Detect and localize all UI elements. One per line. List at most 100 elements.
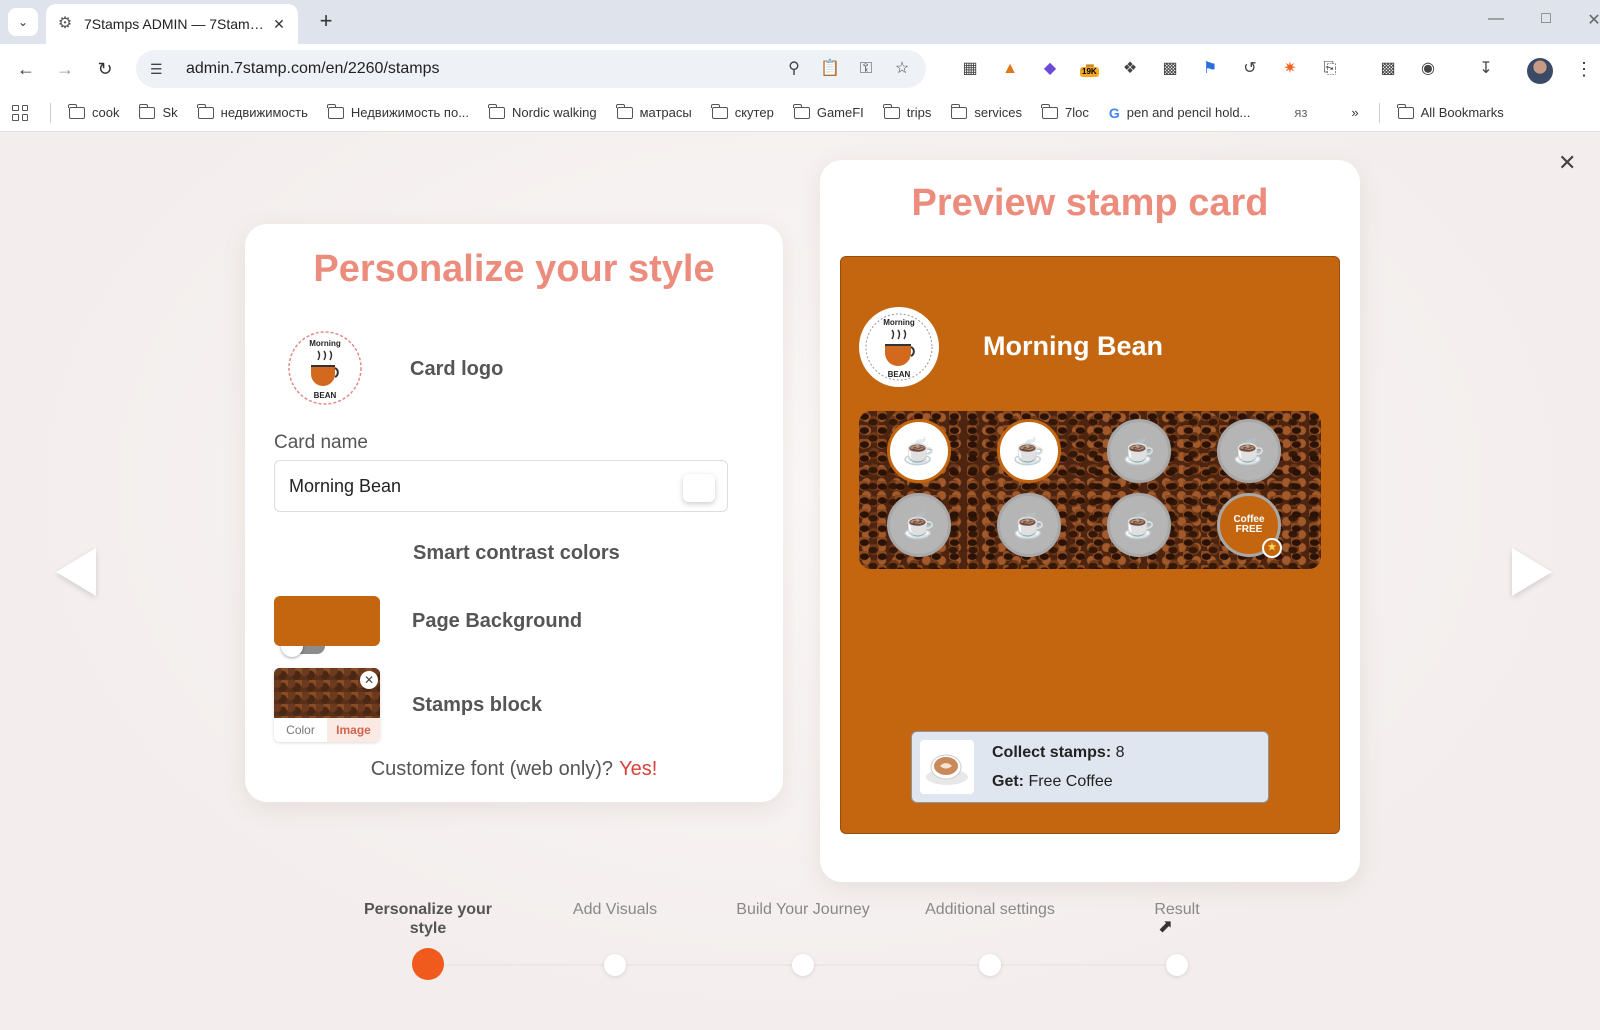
extensions-icon[interactable]: ⎘ [1318,57,1342,81]
personalize-style-panel: Personalize your style Morning BEAN Card… [245,224,783,802]
card-logo-image[interactable]: Morning BEAN [287,330,363,406]
step-dot-result[interactable] [1166,954,1188,976]
forward-button[interactable]: → [52,56,78,82]
card-name-input[interactable]: Morning Bean [274,460,728,512]
coffee-cup-icon: ☕ [902,509,936,540]
remove-image-icon[interactable]: ✕ [360,671,378,689]
page-background-swatch[interactable] [274,596,380,646]
step-dot-personalize[interactable] [412,948,444,980]
svg-text:BEAN: BEAN [314,391,337,400]
browser-tab[interactable]: ⚙ 7Stamps ADMIN — 7Stamp Sh ✕ [46,4,298,44]
address-bar[interactable]: ☰ admin.7stamp.com/en/2260/stamps ⚲ 📋 ⚿ … [136,50,926,88]
step-label-additional-settings[interactable]: Additional settings [920,900,1060,919]
bookmark-label: trips [906,105,932,120]
bookmark-label: 7loc [1065,105,1089,120]
preview-card-name: Morning Bean [983,331,1163,361]
folder-icon [488,103,506,119]
collect-stamps-line: Collect stamps: 8 [992,744,1125,762]
tab-title: 7Stamps ADMIN — 7Stamp Sh [84,16,270,32]
customize-font-text: Customize font (web only)? [370,758,614,780]
step-label-add-visuals[interactable]: Add Visuals [545,900,685,919]
download-icon[interactable]: ↧ [1474,57,1498,81]
step-dot-add-visuals[interactable] [604,954,626,976]
bookmark-folder[interactable]: trips [883,103,932,120]
get-value: Free Coffee [1028,773,1113,790]
bookmark-folder[interactable]: cook [68,103,119,120]
folder-icon [138,103,156,119]
previous-arrow-button[interactable] [56,548,96,596]
maximize-button[interactable]: □ [1534,10,1558,28]
puzzle-extension-icon[interactable]: ❖ [1118,57,1142,81]
qr-extension-icon[interactable]: ▦ [958,57,982,81]
step-label-build-journey[interactable]: Build Your Journey [733,900,873,919]
bookmark-label: GameFI [816,105,864,120]
bookmark-folder[interactable]: недвижимость [197,103,308,120]
bookmark-folder[interactable]: services [950,103,1022,120]
grid-extension-icon[interactable]: ▩ [1158,57,1182,81]
next-arrow-button[interactable] [1512,548,1552,596]
bookmark-folder[interactable]: скутер [711,103,774,120]
stamps-block-label: Stamps block [412,694,543,716]
preview-title: Preview stamp card [911,182,1269,224]
site-settings-icon[interactable]: ☰ [150,61,170,78]
bookmark-folder[interactable]: матрасы [615,103,692,120]
clipboard-icon[interactable]: 📋 [820,59,840,79]
stamps-mode-image[interactable]: Image [327,718,380,742]
gear-icon: ⚙ [57,15,73,32]
close-wizard-icon[interactable]: ✕ [1558,150,1576,176]
bookmark-folder[interactable]: 7loc [1041,103,1089,120]
all-bookmarks-button[interactable]: All Bookmarks [1397,103,1504,120]
reload-button[interactable]: ↻ [92,56,118,82]
stamps-block-thumbnail[interactable]: ✕ Color Image [274,668,380,742]
tag-extension-icon[interactable]: ⚑ [1198,57,1222,81]
bookmark-folder[interactable]: Nordic walking [488,103,597,120]
bookmark-label: Sk [162,105,178,120]
page-background-label: Page Background [412,610,583,632]
bookmark-folder[interactable]: Недвижимость по... [327,103,470,120]
folder-icon [793,103,810,119]
bookmark-link[interactable]: яз [1294,105,1307,120]
text-color-swatch[interactable] [683,474,715,502]
bookmark-folder[interactable]: GameFI [793,103,864,120]
coffee-cup-icon: ☕ [1122,435,1156,466]
tab-close-icon[interactable]: ✕ [270,16,288,33]
bookmark-label: Nordic walking [512,105,597,120]
bookmark-label: Недвижимость по... [350,105,470,120]
new-tab-button[interactable]: + [314,10,338,34]
collect-label: Collect stamps: [992,744,1112,761]
preview-logo: Morning BEAN [859,307,939,387]
coffee-cup-icon: ☕ [1232,435,1266,466]
collect-value: 8 [1115,744,1125,761]
bookmark-folder[interactable]: Sk [138,103,178,120]
sun-extension-icon[interactable]: ✷ [1278,57,1302,81]
trophy-icon: ★ [1262,538,1282,558]
badge-extension-icon[interactable]: ■19K [1078,57,1102,81]
minimize-button[interactable]: — [1484,10,1508,28]
location-icon[interactable]: ⚲ [784,59,804,79]
fox-extension-icon[interactable]: ▲ [998,57,1022,81]
step-label-personalize[interactable]: Personalize your style [358,900,498,938]
step-dot-build-journey[interactable] [792,954,814,976]
step-label-result[interactable]: Result [1107,900,1247,919]
folder-icon [197,103,214,119]
window-close-button[interactable]: ✕ [1582,10,1600,30]
profile-avatar[interactable] [1527,58,1553,84]
star-icon[interactable]: ☆ [892,59,912,79]
diamond-extension-icon[interactable]: ◆ [1038,57,1062,81]
key-icon[interactable]: ⚿ [856,59,876,79]
stamps-mode-color[interactable]: Color [274,718,327,742]
apps-grid-icon[interactable] [12,104,28,121]
lens-icon[interactable]: ◉ [1416,57,1440,81]
kebab-menu-icon[interactable]: ⋮ [1571,56,1597,82]
folder-icon [327,103,344,119]
tab-search-button[interactable]: ⌄ [8,8,38,36]
coffee-cup-icon: ☕ [1012,435,1046,466]
sync-extension-icon[interactable]: ↺ [1238,57,1262,81]
step-dot-additional-settings[interactable] [979,954,1001,976]
cast-icon[interactable]: ▩ [1376,57,1400,81]
back-button[interactable]: ← [13,56,39,82]
extension-badge-count: 19K [1080,67,1099,77]
bookmarks-overflow-button[interactable]: » [1351,105,1358,120]
bookmark-google[interactable]: Gpen and pencil hold... [1109,105,1251,121]
customize-font-link[interactable]: Yes! [619,758,657,780]
